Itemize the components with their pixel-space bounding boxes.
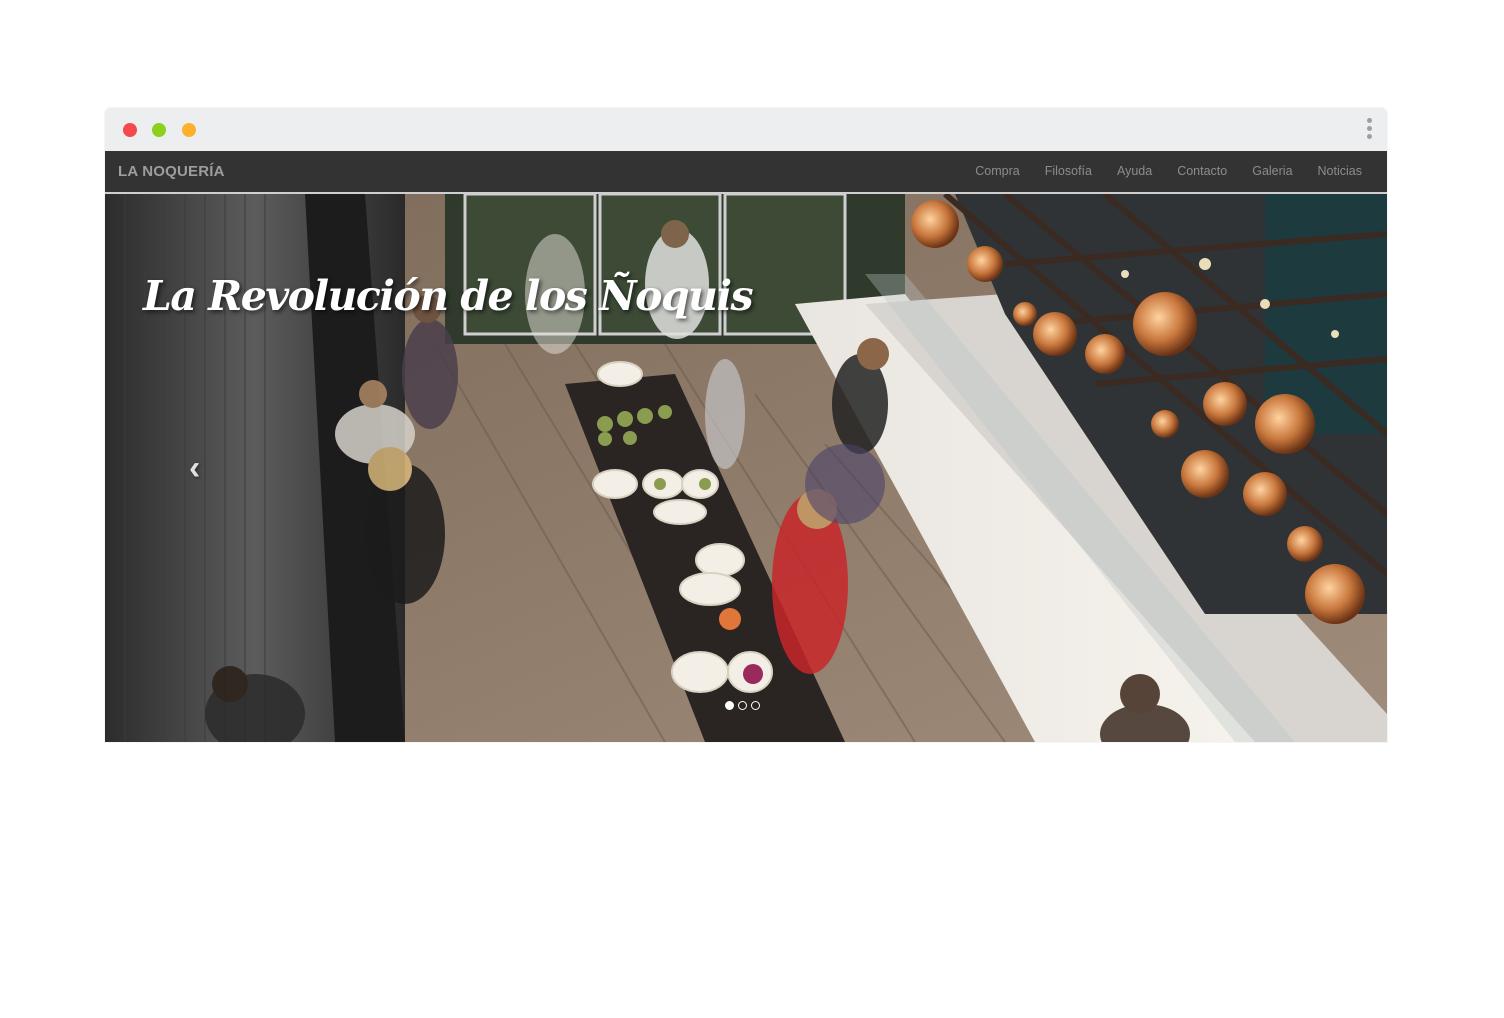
carousel-prev-button[interactable]: ‹	[189, 448, 217, 488]
close-window-button[interactable]	[123, 123, 137, 137]
minimize-window-button[interactable]	[152, 123, 166, 137]
browser-titlebar	[105, 108, 1387, 151]
nav-item-ayuda[interactable]: Ayuda	[1117, 164, 1152, 178]
chevron-left-icon: ‹	[189, 449, 201, 487]
carousel-indicator-3[interactable]	[751, 701, 760, 710]
carousel-indicators	[725, 701, 760, 710]
nav-item-contacto[interactable]: Contacto	[1177, 164, 1227, 178]
main-nav: Compra Filosofía Ayuda Contacto Galeria …	[950, 164, 1362, 178]
hero-carousel: La Revolución de los Ñoquis ‹	[105, 194, 1387, 742]
kebab-menu-icon[interactable]	[1365, 118, 1373, 144]
carousel-indicator-2[interactable]	[738, 701, 747, 710]
site-navbar: LA NOQUERÍA Compra Filosofía Ayuda Conta…	[105, 151, 1387, 194]
browser-window: LA NOQUERÍA Compra Filosofía Ayuda Conta…	[105, 108, 1387, 742]
brand-logo[interactable]: LA NOQUERÍA	[118, 163, 225, 180]
nav-item-compra[interactable]: Compra	[975, 164, 1019, 178]
maximize-window-button[interactable]	[182, 123, 196, 137]
carousel-indicator-1[interactable]	[725, 701, 734, 710]
hero-title: La Revolución de los Ñoquis	[143, 272, 754, 320]
nav-item-filosofia[interactable]: Filosofía	[1045, 164, 1092, 178]
nav-item-noticias[interactable]: Noticias	[1318, 164, 1362, 178]
nav-item-galeria[interactable]: Galeria	[1252, 164, 1292, 178]
